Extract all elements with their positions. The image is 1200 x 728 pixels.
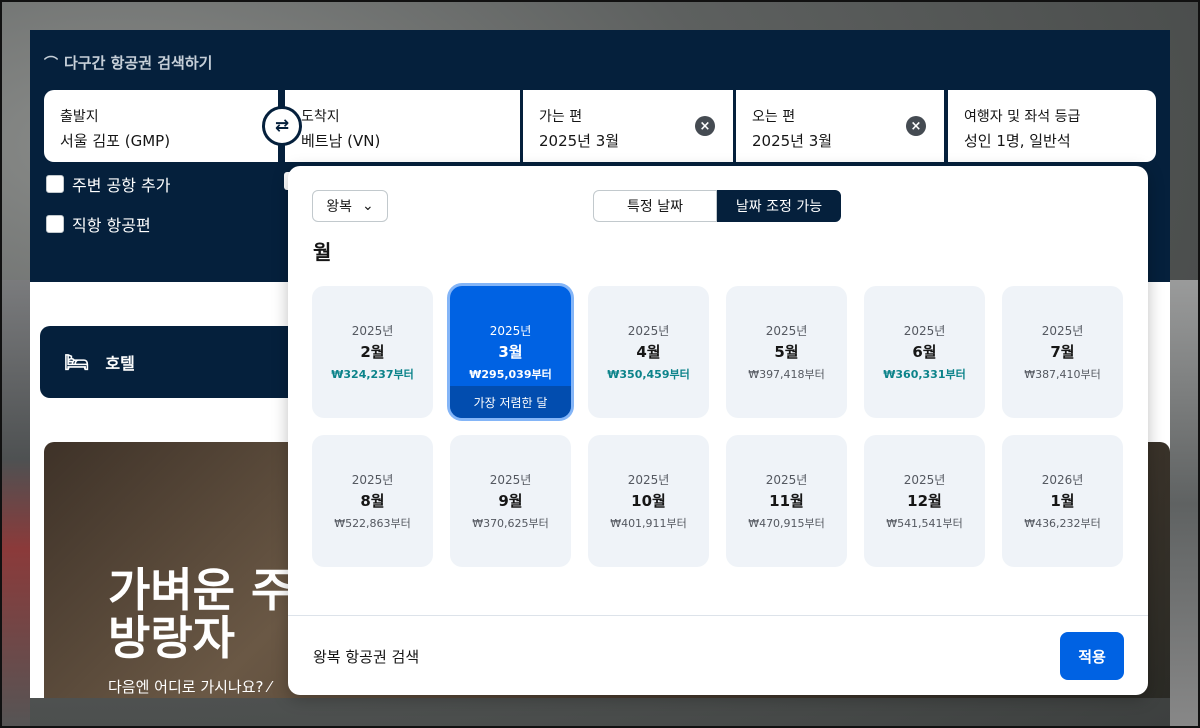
month-picker-popover: 왕복 ⌄ 특정 날짜 날짜 조정 가능 월 2025년 2월 ₩324,237부터 2…	[288, 166, 1148, 695]
multi-city-link[interactable]: ⌒ 다구간 항공권 검색하기	[44, 52, 212, 73]
month-card-year: 2025년	[627, 324, 670, 338]
month-card[interactable]: 2025년 5월 ₩397,418부터	[726, 286, 847, 418]
return-label: 오는 편	[752, 109, 796, 125]
month-card[interactable]: 2026년 1월 ₩436,232부터	[1002, 435, 1123, 567]
travelers-field[interactable]: 여행자 및 좌석 등급 성인 1명, 일반석	[948, 90, 1156, 162]
depart-value: 2025년 3월	[539, 132, 620, 150]
month-card-year: 2026년	[1041, 473, 1084, 487]
swap-icon[interactable]: ⇄	[262, 106, 302, 146]
month-card-price: ₩401,911부터	[610, 517, 687, 530]
month-card-year: 2025년	[765, 473, 808, 487]
month-card-month: 8월	[360, 492, 385, 510]
month-card-price: ₩324,237부터	[331, 368, 414, 381]
month-card-price: ₩360,331부터	[883, 368, 966, 381]
month-card[interactable]: 2025년 3월 ₩295,039부터가장 저렴한 달	[450, 286, 571, 418]
month-card-month: 3월	[498, 343, 523, 361]
month-card-year: 2025년	[351, 324, 394, 338]
return-value: 2025년 3월	[752, 132, 833, 150]
month-card-price: ₩350,459부터	[607, 368, 690, 381]
destination-label: 도착지	[301, 109, 340, 125]
bed-icon: 🛏	[64, 350, 90, 374]
hero-title-line2: 방랑자	[108, 611, 235, 665]
trip-type-value: 왕복	[326, 199, 353, 215]
travelers-label: 여행자 및 좌석 등급	[964, 109, 1081, 125]
hero-subtitle: 다음엔 어디로 가시나요? ⁄	[108, 678, 271, 696]
footer-summary: 왕복 항공권 검색	[313, 648, 420, 666]
month-card[interactable]: 2025년 4월 ₩350,459부터	[588, 286, 709, 418]
hero-title-line1: 가벼운 주	[108, 563, 294, 617]
month-card-month: 5월	[774, 343, 799, 361]
origin-value: 서울 김포 (GMP)	[60, 132, 171, 150]
month-card-price: ₩470,915부터	[748, 517, 825, 530]
depart-label: 가는 편	[539, 109, 583, 125]
clear-return-icon[interactable]: ×	[906, 116, 926, 136]
tab-hotels[interactable]: 🛏 호텔	[40, 326, 300, 398]
month-card[interactable]: 2025년 9월 ₩370,625부터	[450, 435, 571, 567]
multi-city-label: 다구간 항공권 검색하기	[64, 54, 213, 72]
month-card-month: 7월	[1050, 343, 1075, 361]
month-card-year: 2025년	[903, 324, 946, 338]
hero-title: 가벼운 주 방랑자	[108, 566, 293, 662]
month-card-month: 9월	[498, 492, 523, 510]
month-card-year: 2025년	[489, 473, 532, 487]
month-card-price: ₩370,625부터	[472, 517, 549, 530]
chevron-down-icon: ⌄	[362, 198, 374, 214]
month-card-month: 6월	[912, 343, 937, 361]
month-card-month: 10월	[631, 492, 666, 510]
nearby-airports-label: 주변 공항 추가	[72, 176, 171, 195]
trip-type-select[interactable]: 왕복 ⌄	[312, 190, 388, 222]
month-card-price: ₩436,232부터	[1024, 517, 1101, 530]
month-card-year: 2025년	[489, 324, 532, 338]
month-card[interactable]: 2025년 7월 ₩387,410부터	[1002, 286, 1123, 418]
cheapest-month-badge: 가장 저렴한 달	[450, 386, 571, 418]
month-card-price: ₩295,039부터	[469, 368, 552, 381]
month-card-month: 2월	[360, 343, 385, 361]
background-edge-right	[1170, 280, 1200, 728]
month-card-year: 2025년	[903, 473, 946, 487]
month-card-price: ₩387,410부터	[1024, 368, 1101, 381]
month-card-year: 2025년	[627, 473, 670, 487]
nearby-airports-option[interactable]: 주변 공항 추가	[46, 172, 171, 196]
month-card-year: 2025년	[351, 473, 394, 487]
background-edge-left	[0, 280, 30, 728]
month-card-year: 2025년	[765, 324, 808, 338]
month-card[interactable]: 2025년 2월 ₩324,237부터	[312, 286, 433, 418]
return-date-field[interactable]: 오는 편 2025년 3월 ×	[736, 90, 944, 162]
direct-flights-option[interactable]: 직항 항공편	[46, 212, 151, 236]
origin-field[interactable]: 출발지 서울 김포 (GMP)	[44, 90, 278, 162]
month-card-price: ₩541,541부터	[886, 517, 963, 530]
direct-flights-label: 직항 항공편	[72, 216, 151, 235]
tab-specific-dates[interactable]: 특정 날짜	[593, 190, 717, 222]
direct-flights-checkbox[interactable]	[46, 215, 64, 233]
hotel-tab-label: 호텔	[105, 354, 135, 373]
date-mode-toggle: 특정 날짜 날짜 조정 가능	[593, 190, 841, 222]
month-card[interactable]: 2025년 10월 ₩401,911부터	[588, 435, 709, 567]
month-card[interactable]: 2025년 8월 ₩522,863부터	[312, 435, 433, 567]
multi-city-icon: ⌒	[44, 55, 58, 72]
tab-flexible-dates[interactable]: 날짜 조정 가능	[717, 190, 841, 222]
popover-footer: 왕복 항공권 검색 적용	[288, 615, 1148, 695]
month-card[interactable]: 2025년 12월 ₩541,541부터	[864, 435, 985, 567]
month-card-month: 11월	[769, 492, 804, 510]
destination-value: 베트남 (VN)	[301, 132, 381, 150]
depart-date-field[interactable]: 가는 편 2025년 3월 ×	[523, 90, 733, 162]
month-card-month: 12월	[907, 492, 942, 510]
month-card-month: 4월	[636, 343, 661, 361]
travelers-value: 성인 1명, 일반석	[964, 132, 1071, 150]
origin-label: 출발지	[60, 109, 99, 125]
month-card-price: ₩522,863부터	[334, 517, 411, 530]
month-card[interactable]: 2025년 6월 ₩360,331부터	[864, 286, 985, 418]
apply-button[interactable]: 적용	[1060, 632, 1124, 680]
month-card-month: 1월	[1050, 492, 1075, 510]
nearby-airports-checkbox[interactable]	[46, 175, 64, 193]
month-card[interactable]: 2025년 11월 ₩470,915부터	[726, 435, 847, 567]
month-card-price: ₩397,418부터	[748, 368, 825, 381]
month-grid: 2025년 2월 ₩324,237부터 2025년 3월 ₩295,039부터가장 저렴한…	[312, 286, 1123, 567]
clear-depart-icon[interactable]: ×	[695, 116, 715, 136]
destination-field[interactable]: 도착지 베트남 (VN)	[285, 90, 520, 162]
month-card-year: 2025년	[1041, 324, 1084, 338]
month-heading: 월	[313, 240, 332, 264]
